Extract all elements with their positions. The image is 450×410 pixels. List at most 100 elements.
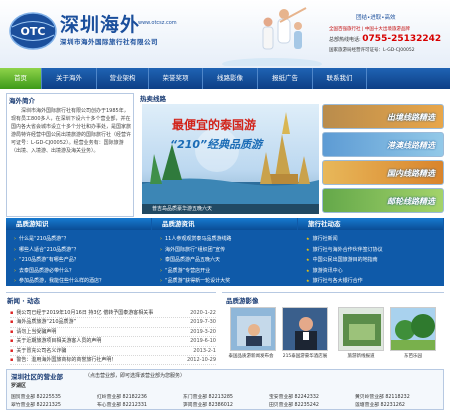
outbound-routes-label: 出境线路精选 — [387, 113, 435, 122]
list-item[interactable]: “品质游”专营店开业 — [160, 266, 300, 277]
media-caption: 东芭乐园 — [404, 354, 422, 359]
knowledge-title: 品质游知识 — [6, 218, 151, 230]
banner-subtitle: “210”经典品质游 — [170, 138, 263, 151]
news-headline[interactable]: 警告：滥用海外国旅商标的商誉旅行社声明！ — [10, 356, 172, 364]
branch-tel: 82235242 — [294, 403, 319, 408]
news-row[interactable]: 请勿上当受骗声明 2019-3-20 — [10, 328, 216, 338]
agency-news-list: 旅行社新闻 旅行社与海外合作伙伴签订协议 中国公民出国旅游目的地指南 旅游资讯中… — [306, 234, 446, 287]
list-item[interactable]: 旅行社新闻 — [306, 234, 446, 245]
branch-item[interactable]: 笋岗营业部 82386012 — [183, 402, 269, 410]
news-row[interactable]: 海外品质旅游“210品质游” 2019-7-30 — [10, 318, 216, 328]
list-item[interactable]: 哪些人适合“210品质游”？ — [14, 245, 154, 256]
branch-item[interactable]: 田贝营业部 82235242 — [269, 402, 355, 410]
banner-caption: 普吉岛品质豪华游五晚六天 — [142, 204, 319, 214]
news-date: 2019-6-10 — [190, 338, 216, 345]
news-headline[interactable]: 关于近期旅游项目相关游客人员的声明 — [10, 337, 172, 345]
intro-section: 海外简介 深圳市海外国际旅行社有限公司创办于1985年，现有员工800多人，在深… — [6, 93, 134, 217]
domestic-routes-label: 国内线路精选 — [387, 169, 435, 178]
media-caption: 215泰国游豪华酒店展 — [282, 354, 328, 359]
thailand-banner[interactable]: 最便宜的泰国游 “210”经典品质游 普吉岛品质豪华游五晚六天 — [142, 104, 319, 214]
news-row[interactable]: 关于近期旅游项目相关游客人员的声明 2019-6-10 — [10, 337, 216, 347]
news-row[interactable]: 警告：滥用海外国旅商标的商誉旅行社声明！ 2012-10-29 — [10, 356, 216, 366]
list-item[interactable]: 参加品质游，我能住些什么样的酒店？ — [14, 276, 154, 287]
nav-about[interactable]: 关于海外 — [42, 68, 97, 89]
branch-name: 国贸营业部 — [11, 395, 35, 400]
news-row[interactable]: 关于冒充公司名义诈骗 2013-2-1 — [10, 347, 216, 356]
news-date: 2019-7-30 — [190, 319, 216, 326]
nav-routes[interactable]: 线路影像 — [203, 68, 258, 89]
media-thumb[interactable] — [282, 307, 328, 351]
news-date: 2013-2-1 — [193, 347, 216, 354]
domestic-routes-banner[interactable]: 国内线路精选 — [322, 160, 444, 185]
nav-home[interactable]: 首页 — [0, 68, 42, 89]
branch-item[interactable]: 布心营业部 82212331 — [97, 402, 183, 410]
branch-item[interactable]: 翠竹营业部 82221325 — [11, 402, 97, 410]
list-item[interactable]: 去泰国品质游必带什么？ — [14, 266, 154, 277]
list-item[interactable]: “210品质游”有哪些产品？ — [14, 255, 154, 266]
list-item[interactable]: 中国公民出国旅游目的地指南 — [306, 255, 446, 266]
branches-section: 深圳社区的营业部 （点击营业部，即可选择该营业部为您服务） 罗湖区 国贸营业部 … — [6, 369, 444, 410]
news-headline[interactable]: 我公司已经于2019年10月16日 持3亿 偿转予国泰游客相关事 — [10, 309, 172, 317]
list-item[interactable]: 海外国际旅行“组织团”宣传 — [160, 245, 300, 256]
media-thumb[interactable] — [230, 307, 276, 351]
branch-name: 黄贝岭营业部 — [355, 395, 384, 400]
media-thumb[interactable] — [390, 307, 436, 351]
news-title: 新闻 · 动态 — [7, 297, 40, 305]
branch-name: 田贝营业部 — [269, 403, 293, 408]
branch-item[interactable]: 黄贝岭营业部 82118232 — [355, 394, 441, 402]
outbound-routes-banner[interactable]: 出境线路精选 — [322, 104, 444, 129]
branch-item[interactable]: 红岭营业部 82182236 — [97, 394, 183, 402]
list-item[interactable]: 11人参观观赏泰马品质游线路 — [160, 234, 300, 245]
brand-name: 深圳海外 — [60, 14, 141, 36]
news-anchor-image — [283, 308, 327, 350]
banner-title: 最便宜的泰国游 — [172, 118, 257, 132]
brand-url: www.otcsz.com — [138, 20, 177, 26]
list-item[interactable]: “品质游”获得新一轮设计大奖 — [160, 276, 300, 287]
list-item[interactable]: 旅行社与海外合作伙伴签订协议 — [306, 245, 446, 256]
branch-name: 翠竹营业部 — [11, 403, 35, 408]
news-date: 2019-3-20 — [190, 328, 216, 335]
branch-item[interactable]: 莲塘营业部 82231262 — [355, 402, 441, 410]
slogan: 团结•进取•高效 — [356, 15, 396, 21]
info-band: 品质游知识 品质游资讯 旅行社动态 什么是“210品质游”？ 哪些人适合“210… — [6, 218, 444, 286]
branch-tel: 82182236 — [122, 395, 147, 400]
nav-contact[interactable]: 联系我们 — [313, 68, 367, 89]
news-headline[interactable]: 关于冒充公司名义诈骗 — [10, 347, 172, 355]
nav-structure[interactable]: 营业架构 — [97, 68, 149, 89]
list-item[interactable]: 泰国品质游产品五晚六天 — [160, 255, 300, 266]
list-item[interactable]: 旅游资讯中心 — [306, 266, 446, 277]
branch-item[interactable]: 东门营业部 82213285 — [183, 394, 269, 402]
logo-text: OTC — [21, 25, 46, 38]
license-number: 国家旅游局经营许可证号：L-GD-CJ00052 — [329, 48, 415, 53]
news-row[interactable]: 我公司已经于2019年10月16日 持3亿 偿转予国泰游客相关事 2020-1-2… — [10, 309, 216, 319]
intro-body: 深圳市海外国际旅行社有限公司创办于1985年，现有员工800多人，在深圳下设六十… — [11, 108, 131, 155]
cruise-routes-banner[interactable]: 邮轮线路精选 — [322, 188, 444, 213]
news-headline[interactable]: 海外品质旅游“210品质游” — [10, 318, 172, 326]
branch-item[interactable]: 国贸营业部 82225535 — [11, 394, 97, 402]
district-label: 罗湖区 — [11, 383, 27, 389]
media-caption: 旅游新线报道 — [347, 354, 375, 359]
news-headline[interactable]: 请勿上当受骗声明 — [10, 328, 172, 336]
media-thumb[interactable] — [338, 307, 384, 351]
branch-item[interactable]: 宝安营业部 82242332 — [269, 394, 355, 402]
knowledge-list: 什么是“210品质游”？ 哪些人适合“210品质游”？ “210品质游”有哪些产… — [14, 234, 154, 287]
branch-tel: 82212331 — [122, 403, 147, 408]
nav-honors[interactable]: 荣誉奖项 — [149, 68, 203, 89]
nav-ads[interactable]: 报纸广告 — [258, 68, 313, 89]
list-item[interactable]: 旅行社与各大银行合作 — [306, 276, 446, 287]
otc-logo-icon[interactable]: OTC — [8, 10, 58, 52]
news-section: 新闻 · 动态 我公司已经于2019年10月16日 持3亿 偿转予国泰游客相关事… — [6, 292, 216, 366]
branches-title: 深圳社区的营业部 — [11, 373, 63, 381]
branch-name: 红岭营业部 — [97, 395, 121, 400]
branch-tel: 82221325 — [36, 403, 61, 408]
list-item[interactable]: 什么是“210品质游”？ — [14, 234, 154, 245]
cruise-routes-label: 邮轮线路精选 — [387, 197, 435, 206]
hk-macau-routes-banner[interactable]: 港澳线路精选 — [322, 132, 444, 157]
news-info-list: 11人参观观赏泰马品质游线路 海外国际旅行“组织团”宣传 泰国品质游产品五晚六天… — [160, 234, 300, 287]
branch-tel: 82225535 — [36, 395, 61, 400]
route-banners: 出境线路精选 港澳线路精选 国内线路精选 邮轮线路精选 — [322, 104, 444, 214]
news-date: 2012-10-29 — [186, 356, 216, 363]
travel-report-image — [339, 308, 383, 350]
hotline-row: 总部热线电话: 0755-25132242 — [329, 34, 441, 44]
media-title: 品质游影像 — [226, 297, 259, 305]
